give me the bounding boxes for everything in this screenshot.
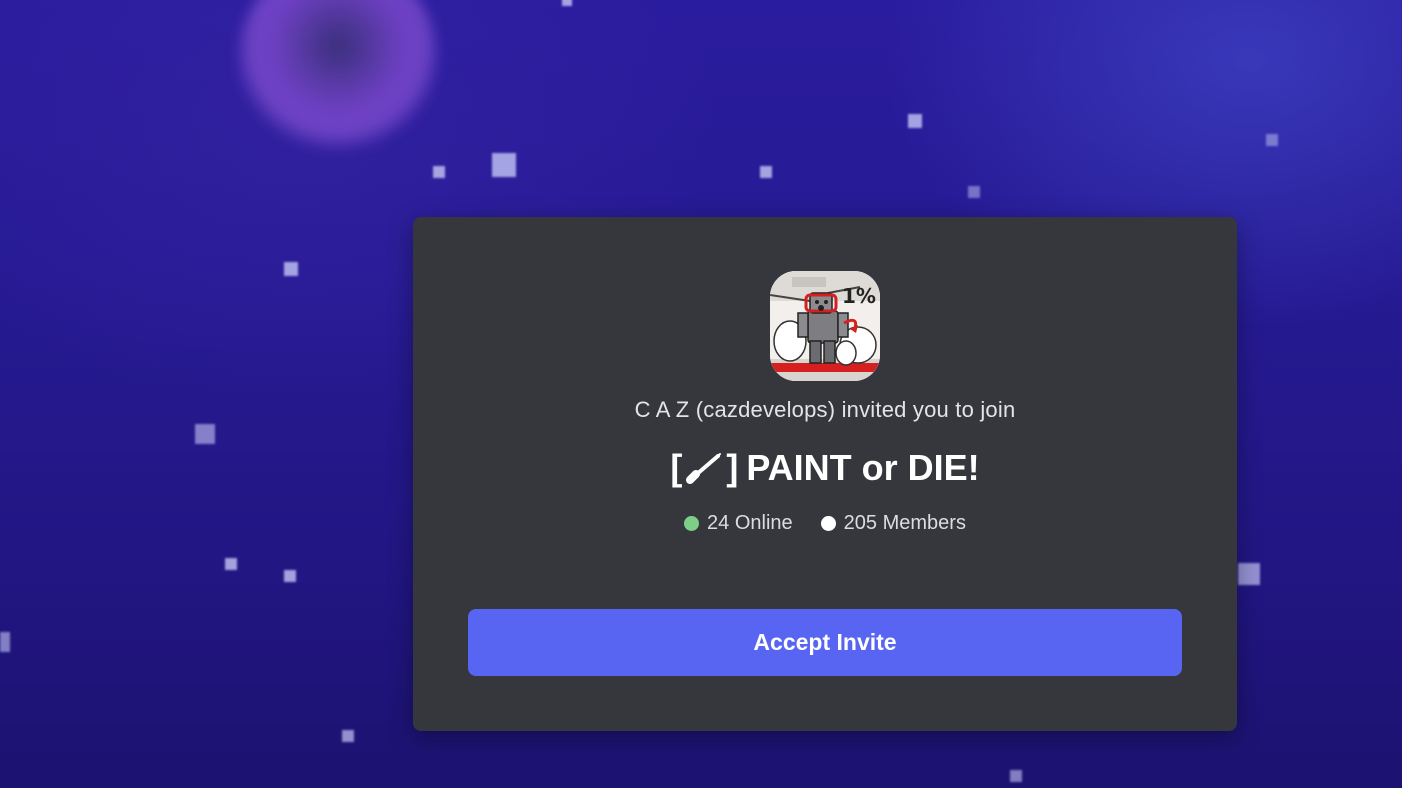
invite-page-background: 1% C A Z (cazdevelops) invited you to jo…	[0, 0, 1402, 788]
background-star	[195, 424, 215, 444]
members-count-text: 205 Members	[843, 512, 966, 534]
bracket-close: ]	[726, 447, 739, 488]
background-star	[760, 166, 772, 178]
invite-card: 1% C A Z (cazdevelops) invited you to jo…	[413, 217, 1237, 731]
background-star	[433, 166, 445, 178]
background-star	[1010, 770, 1022, 782]
members-status-dot	[820, 516, 836, 531]
server-name-prefix: [ ]	[670, 447, 738, 489]
background-star	[1266, 134, 1278, 146]
server-icon-art: 1%	[770, 271, 880, 381]
server-stats: 24 Online 205 Members	[413, 512, 1237, 535]
background-star	[284, 570, 296, 582]
server-name: PAINT or DIE!	[746, 447, 980, 488]
server-icon: 1%	[770, 271, 880, 381]
inviter-text: C A Z (cazdevelops) invited you to join	[634, 397, 1016, 422]
background-star	[562, 0, 572, 6]
online-count: 24 Online	[684, 512, 793, 535]
server-icon-text: 1%	[842, 284, 876, 308]
online-status-dot	[684, 516, 700, 531]
background-star	[284, 262, 298, 276]
background-star	[492, 153, 516, 177]
background-star	[342, 730, 354, 742]
bracket-open: [	[670, 447, 683, 488]
background-star	[1238, 563, 1260, 585]
members-count: 205 Members	[820, 512, 966, 535]
background-planet	[238, 0, 438, 150]
accept-invite-button[interactable]: Accept Invite	[468, 609, 1182, 676]
paintbrush-icon	[686, 453, 722, 484]
online-count-text: 24 Online	[707, 512, 793, 534]
background-star	[908, 114, 922, 128]
background-star	[225, 558, 237, 570]
server-name-heading: [ ] PAINT or DIE!	[413, 447, 1237, 489]
background-star	[0, 632, 10, 652]
background-star	[968, 186, 980, 198]
